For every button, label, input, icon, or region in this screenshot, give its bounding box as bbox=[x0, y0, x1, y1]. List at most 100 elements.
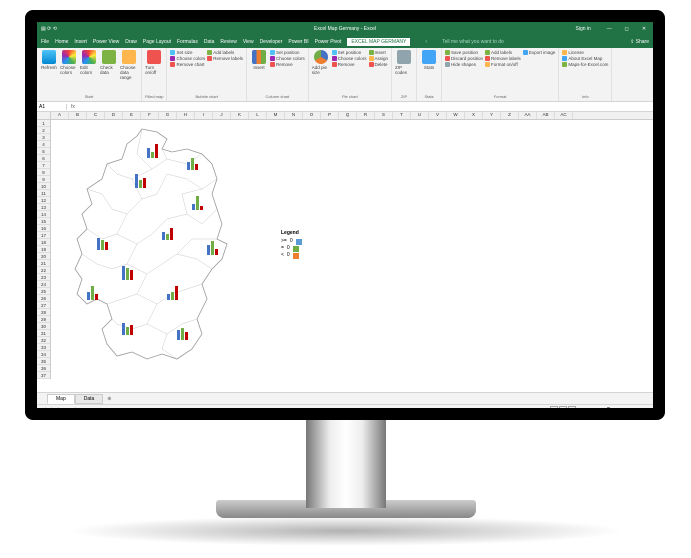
row-7[interactable]: 7 bbox=[37, 162, 50, 169]
mini-chart[interactable] bbox=[122, 319, 133, 335]
pie-assign[interactable]: Assign bbox=[369, 56, 389, 61]
row-2[interactable]: 2 bbox=[37, 127, 50, 134]
row-34[interactable]: 34 bbox=[37, 351, 50, 358]
tab-insert[interactable]: Insert bbox=[74, 39, 87, 45]
row-20[interactable]: 20 bbox=[37, 253, 50, 260]
column-headers[interactable]: ABCDEFGHIJKLMNOPQRSTUVWXYZAAABAC bbox=[51, 112, 653, 120]
bubble-colors[interactable]: Choose colors bbox=[170, 56, 205, 61]
pie-add[interactable]: Add pie size bbox=[312, 50, 330, 80]
germany-map[interactable] bbox=[57, 124, 237, 364]
col-AA[interactable]: AA bbox=[519, 112, 537, 119]
pie-colors[interactable]: Choose colors bbox=[332, 56, 367, 61]
col-G[interactable]: G bbox=[159, 112, 177, 119]
row-35[interactable]: 35 bbox=[37, 358, 50, 365]
col-M[interactable]: M bbox=[267, 112, 285, 119]
col-X[interactable]: X bbox=[465, 112, 483, 119]
row-28[interactable]: 28 bbox=[37, 309, 50, 316]
row-26[interactable]: 26 bbox=[37, 295, 50, 302]
info-about[interactable]: About Excel Map bbox=[562, 56, 608, 61]
pie-delete[interactable]: Delete bbox=[369, 62, 389, 67]
row-17[interactable]: 17 bbox=[37, 232, 50, 239]
select-all-corner[interactable] bbox=[37, 112, 51, 120]
share-button[interactable]: ⇪ Share bbox=[630, 39, 649, 45]
col-T[interactable]: T bbox=[393, 112, 411, 119]
mini-chart[interactable] bbox=[162, 224, 173, 240]
col-O[interactable]: O bbox=[303, 112, 321, 119]
row-11[interactable]: 11 bbox=[37, 190, 50, 197]
row-13[interactable]: 13 bbox=[37, 204, 50, 211]
sheet-tab-map[interactable]: Map bbox=[47, 394, 75, 404]
fx-icon[interactable]: fx bbox=[67, 104, 79, 110]
choose-colors-button[interactable]: Choose colors bbox=[60, 50, 78, 80]
tab-review[interactable]: Review bbox=[220, 39, 236, 45]
col-C[interactable]: C bbox=[87, 112, 105, 119]
info-site[interactable]: Maps-for-Excel.com bbox=[562, 62, 608, 67]
tab-home[interactable]: Home bbox=[55, 39, 68, 45]
tab-draw[interactable]: Draw bbox=[125, 39, 137, 45]
col-Q[interactable]: Q bbox=[339, 112, 357, 119]
row-37[interactable]: 37 bbox=[37, 372, 50, 379]
row-27[interactable]: 27 bbox=[37, 302, 50, 309]
col-B[interactable]: B bbox=[69, 112, 87, 119]
row-6[interactable]: 6 bbox=[37, 155, 50, 162]
choose-data-range-button[interactable]: Choose data range bbox=[120, 50, 138, 80]
col-F[interactable]: F bbox=[141, 112, 159, 119]
col-P[interactable]: P bbox=[321, 112, 339, 119]
format-discardpos[interactable]: Discard position bbox=[445, 56, 483, 61]
zoom-in[interactable]: + bbox=[631, 407, 634, 408]
format-hideshapes[interactable]: Hide shapes bbox=[445, 62, 483, 67]
row-25[interactable]: 25 bbox=[37, 288, 50, 295]
col-U[interactable]: U bbox=[411, 112, 429, 119]
pie-setpos[interactable]: Set position bbox=[332, 50, 367, 55]
col-D[interactable]: D bbox=[105, 112, 123, 119]
new-sheet-button[interactable]: ⊕ bbox=[103, 396, 115, 402]
bubble-removelabels[interactable]: Remove labels bbox=[207, 56, 243, 61]
tab-powerview[interactable]: Power View bbox=[93, 39, 119, 45]
zip-button[interactable]: ZIP codes bbox=[395, 50, 413, 80]
worksheet-canvas[interactable]: Legend >=0=0<0 bbox=[51, 120, 653, 392]
format-savepos[interactable]: Save position bbox=[445, 50, 483, 55]
col-J[interactable]: J bbox=[213, 112, 231, 119]
row-15[interactable]: 15 bbox=[37, 218, 50, 225]
row-19[interactable]: 19 bbox=[37, 246, 50, 253]
row-18[interactable]: 18 bbox=[37, 239, 50, 246]
row-4[interactable]: 4 bbox=[37, 141, 50, 148]
col-E[interactable]: E bbox=[123, 112, 141, 119]
row-29[interactable]: 29 bbox=[37, 316, 50, 323]
row-23[interactable]: 23 bbox=[37, 274, 50, 281]
name-box[interactable]: A1 bbox=[37, 104, 67, 110]
row-9[interactable]: 9 bbox=[37, 176, 50, 183]
row-16[interactable]: 16 bbox=[37, 225, 50, 232]
row-21[interactable]: 21 bbox=[37, 260, 50, 267]
tab-developer[interactable]: Developer bbox=[260, 39, 283, 45]
col-W[interactable]: W bbox=[447, 112, 465, 119]
edit-colors-button[interactable]: Edit colors bbox=[80, 50, 98, 80]
column-setpos[interactable]: Set position bbox=[270, 50, 305, 55]
col-Y[interactable]: Y bbox=[483, 112, 501, 119]
refresh-button[interactable]: Refresh bbox=[40, 50, 58, 80]
col-V[interactable]: V bbox=[429, 112, 447, 119]
column-insert[interactable]: Insert bbox=[250, 50, 268, 80]
tab-powerpivot[interactable]: Power Pivot bbox=[315, 39, 342, 45]
close-button[interactable]: ✕ bbox=[639, 26, 649, 32]
signin-link[interactable]: Sign in bbox=[576, 26, 591, 32]
row-headers[interactable]: 1234567891011121314151617181920212223242… bbox=[37, 120, 51, 379]
col-S[interactable]: S bbox=[375, 112, 393, 119]
mini-chart[interactable] bbox=[87, 284, 98, 300]
col-L[interactable]: L bbox=[249, 112, 267, 119]
row-30[interactable]: 30 bbox=[37, 323, 50, 330]
col-AC[interactable]: AC bbox=[555, 112, 573, 119]
filled-turn-button[interactable]: Turn on/off bbox=[145, 50, 163, 80]
tab-formulas[interactable]: Formulas bbox=[177, 39, 198, 45]
mini-chart[interactable] bbox=[97, 234, 108, 250]
tab-pagelayout[interactable]: Page Layout bbox=[143, 39, 171, 45]
mini-chart[interactable] bbox=[207, 239, 218, 255]
row-36[interactable]: 36 bbox=[37, 365, 50, 372]
mini-chart[interactable] bbox=[192, 194, 203, 210]
zoom-out[interactable]: − bbox=[580, 407, 583, 408]
col-K[interactable]: K bbox=[231, 112, 249, 119]
row-14[interactable]: 14 bbox=[37, 211, 50, 218]
tab-file[interactable]: File bbox=[41, 39, 49, 45]
check-data-button[interactable]: Check data bbox=[100, 50, 118, 80]
tab-excelmap[interactable]: EXCEL MAP GERMANY bbox=[347, 38, 410, 46]
